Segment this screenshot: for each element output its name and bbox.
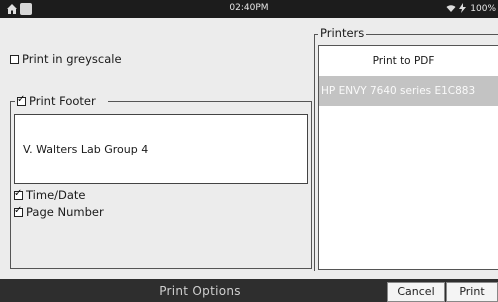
bottom-bar: Print Options Cancel Print	[0, 279, 498, 302]
time-date-checkbox[interactable]	[14, 188, 23, 200]
printer-list[interactable]: Print to PDF HP ENVY 7640 series E1C883	[318, 45, 498, 270]
wifi-icon	[446, 5, 456, 12]
printer-item-pdf[interactable]: Print to PDF	[319, 46, 498, 76]
page-number-checkbox[interactable]	[14, 205, 23, 217]
page-number-option[interactable]: Page Number	[14, 205, 104, 219]
battery-charging-icon	[459, 3, 467, 13]
page-number-label: Page Number	[26, 205, 104, 219]
battery-level: 100%	[470, 4, 496, 14]
status-indicators: 100%	[446, 3, 496, 14]
greyscale-option[interactable]: Print in greyscale	[10, 52, 122, 66]
time-date-label: Time/Date	[26, 188, 86, 202]
greyscale-checkbox[interactable]	[10, 54, 19, 64]
print-options-panel: Print in greyscale Print Footer V. Walte…	[10, 27, 312, 269]
cancel-button[interactable]: Cancel	[387, 282, 445, 302]
printer-item-hp-envy[interactable]: HP ENVY 7640 series E1C883	[319, 76, 498, 106]
status-bar: 02:40PM 100%	[0, 0, 498, 18]
print-button[interactable]: Print	[446, 282, 498, 302]
time-date-option[interactable]: Time/Date	[14, 188, 86, 202]
footer-text-field[interactable]: V. Walters Lab Group 4	[14, 114, 308, 184]
dialog-title: Print Options	[159, 284, 241, 298]
print-footer-checkbox[interactable]	[17, 94, 26, 106]
greyscale-label: Print in greyscale	[22, 52, 122, 66]
status-time: 02:40PM	[229, 3, 269, 13]
printers-label: Printers	[318, 26, 367, 40]
print-footer-label: Print Footer	[29, 94, 96, 108]
print-footer-group: Print Footer V. Walters Lab Group 4 Time…	[10, 94, 312, 269]
footer-text-value: V. Walters Lab Group 4	[23, 143, 149, 156]
print-footer-option[interactable]: Print Footer	[16, 94, 98, 108]
